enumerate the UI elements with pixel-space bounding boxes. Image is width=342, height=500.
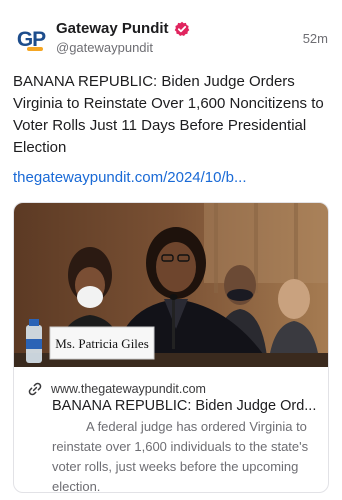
verified-badge-icon xyxy=(174,21,190,37)
card-title[interactable]: BANANA REPUBLIC: Biden Judge Ord... xyxy=(52,398,322,414)
post-header: GP Gateway Pundit @gatewaypundit 52m xyxy=(0,0,342,64)
post-timestamp[interactable]: 52m xyxy=(303,31,328,46)
avatar[interactable]: GP xyxy=(13,24,49,54)
card-domain: www.thegatewaypundit.com xyxy=(51,382,206,396)
post-link[interactable]: thegatewaypundit.com/2024/10/b... xyxy=(13,169,247,186)
link-chain-icon xyxy=(27,381,43,397)
account-name-row[interactable]: Gateway Pundit xyxy=(56,20,190,37)
avatar-logo-swoosh xyxy=(27,47,43,51)
domain-row: www.thegatewaypundit.com xyxy=(27,381,206,397)
post-body: BANANA REPUBLIC: Biden Judge Orders Virg… xyxy=(13,73,324,156)
nameplate-text: Ms. Patricia Giles xyxy=(55,336,149,351)
card-description: A federal judge has ordered Virginia to … xyxy=(52,419,309,493)
link-preview-meta[interactable]: www.thegatewaypundit.com BANANA REPUBLIC… xyxy=(14,367,328,493)
account-handle[interactable]: @gatewaypundit xyxy=(56,40,153,55)
link-preview-image[interactable]: Ms. Patricia Giles xyxy=(14,203,328,367)
account-name[interactable]: Gateway Pundit xyxy=(56,20,169,37)
link-preview-card[interactable]: Ms. Patricia Giles www.thegatewaypundit.… xyxy=(13,202,329,493)
